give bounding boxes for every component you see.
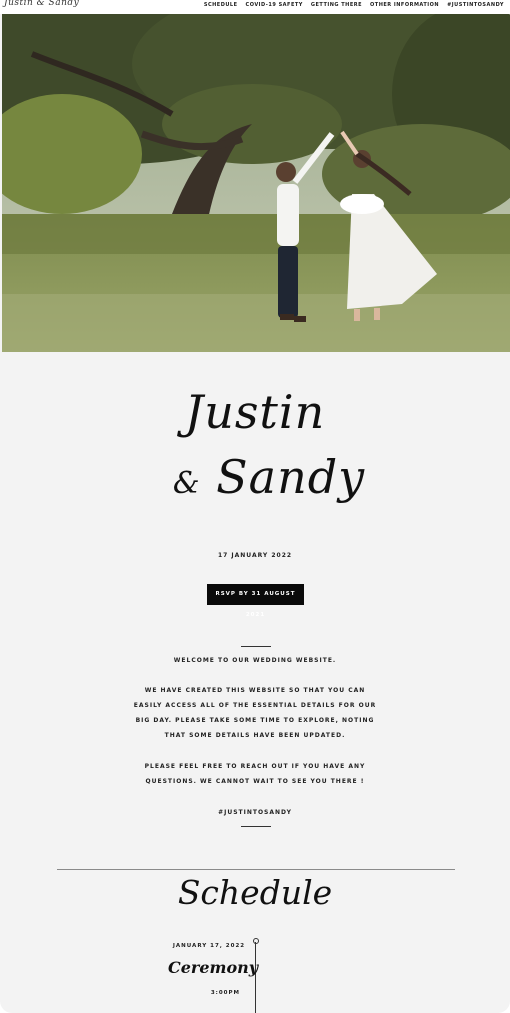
nav-item-schedule[interactable]: SCHEDULE <box>204 2 238 8</box>
hashtag-text: #JUSTINTOSANDY <box>218 809 292 816</box>
timeline-dot <box>253 938 259 944</box>
couple-name-1: Justin <box>184 385 326 439</box>
rsvp-button[interactable]: RSVP BY 31 AUGUST 2021 <box>207 584 304 618</box>
couple-name-2-line: & Sandy <box>14 450 510 504</box>
nav-item-covid-safety[interactable]: COVID-19 SAFETY <box>246 2 303 8</box>
ampersand: & <box>172 466 201 501</box>
nav-menu: SCHEDULE COVID-19 SAFETY GETTING THERE O… <box>204 2 504 8</box>
event-time: 3:00PM <box>210 990 240 996</box>
nav-item-getting-there[interactable]: GETTING THERE <box>311 2 362 8</box>
wedding-date: 17 JANUARY 2022 <box>217 552 293 559</box>
event-date: JANUARY 17, 2022 <box>172 943 246 949</box>
welcome-heading: WELCOME TO OUR WEDDING WEBSITE. <box>173 657 337 664</box>
nav-item-hashtag[interactable]: #JUSTINTOSANDY <box>447 2 504 8</box>
welcome-p1-line4: THAT SOME DETAILS HAVE BEEN UPDATED. <box>164 732 346 739</box>
event-name: Ceremony <box>168 958 259 977</box>
schedule-title: Schedule <box>177 873 333 912</box>
divider-top <box>241 646 271 647</box>
site-logo[interactable]: Justin & Sandy <box>4 0 79 8</box>
welcome-p1-line3: BIG DAY. PLEASE TAKE SOME TIME TO EXPLOR… <box>135 717 375 724</box>
welcome-p1-line1: WE HAVE CREATED THIS WEBSITE SO THAT YOU… <box>144 687 366 694</box>
top-nav: Justin & Sandy SCHEDULE COVID-19 SAFETY … <box>0 0 510 14</box>
welcome-p2-line2: QUESTIONS. WE CANNOT WAIT TO SEE YOU THE… <box>145 778 365 785</box>
welcome-p2-line1: PLEASE FEEL FREE TO REACH OUT IF YOU HAV… <box>144 763 366 770</box>
welcome-p1-line2: EASILY ACCESS ALL OF THE ESSENTIAL DETAI… <box>133 702 377 709</box>
couple-name-2: Sandy <box>216 450 366 504</box>
hero-illustration <box>2 14 510 352</box>
section-divider <box>57 869 455 870</box>
timeline-line <box>255 942 256 1013</box>
divider-bottom <box>241 826 271 827</box>
nav-item-other-information[interactable]: OTHER INFORMATION <box>370 2 439 8</box>
wedding-page: Justin & Sandy SCHEDULE COVID-19 SAFETY … <box>0 0 510 1013</box>
hero-photo <box>2 14 510 352</box>
